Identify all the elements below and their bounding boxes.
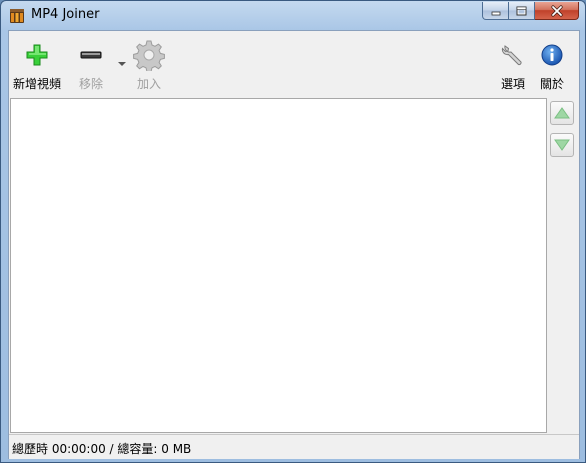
about-label: 關於: [539, 77, 564, 91]
add-video-button[interactable]: 新增視頻: [13, 39, 61, 92]
gear-icon: [133, 40, 165, 71]
join-button[interactable]: 加入: [133, 39, 165, 92]
minimize-button[interactable]: [482, 2, 509, 20]
move-up-button[interactable]: [550, 101, 574, 125]
options-button[interactable]: 選項: [497, 39, 529, 92]
maximize-icon: [516, 6, 527, 15]
triangle-down-icon: [554, 139, 570, 151]
app-icon: [10, 9, 24, 23]
move-down-button[interactable]: [550, 133, 574, 157]
caption-buttons: [482, 2, 579, 21]
plus-icon: [26, 44, 48, 66]
join-label: 加入: [136, 77, 161, 91]
remove-button[interactable]: 移除: [75, 39, 107, 92]
status-text: 總歷時 00:00:00 / 總容量: 0 MB: [12, 442, 192, 456]
about-button[interactable]: 關於: [536, 39, 568, 92]
toolbar: 新增視頻 移除 加入 選項 關於: [9, 31, 579, 97]
remove-label: 移除: [78, 77, 103, 91]
status-bar: 總歷時 00:00:00 / 總容量: 0 MB: [9, 434, 579, 459]
title-bar[interactable]: MP4 Joiner: [1, 1, 585, 30]
video-list[interactable]: [10, 98, 547, 433]
minimize-icon: [491, 11, 500, 15]
triangle-up-icon: [554, 107, 570, 119]
app-window: MP4 Joiner 新增視頻 移除 加入 選項 關於 總歷時 00:00:00…: [0, 0, 586, 463]
close-icon: [550, 4, 563, 17]
client-area: 新增視頻 移除 加入 選項 關於 總歷時 00:00:00 / 總容量: 0 M…: [8, 30, 580, 459]
minus-icon: [80, 51, 102, 59]
remove-dropdown-arrow[interactable]: [118, 62, 126, 66]
close-button[interactable]: [535, 2, 579, 20]
window-title: MP4 Joiner: [31, 7, 100, 22]
info-icon: [541, 44, 563, 66]
wrench-icon: [501, 45, 522, 66]
options-label: 選項: [500, 77, 525, 91]
maximize-button[interactable]: [509, 2, 535, 20]
add-video-label: 新增視頻: [13, 77, 62, 91]
